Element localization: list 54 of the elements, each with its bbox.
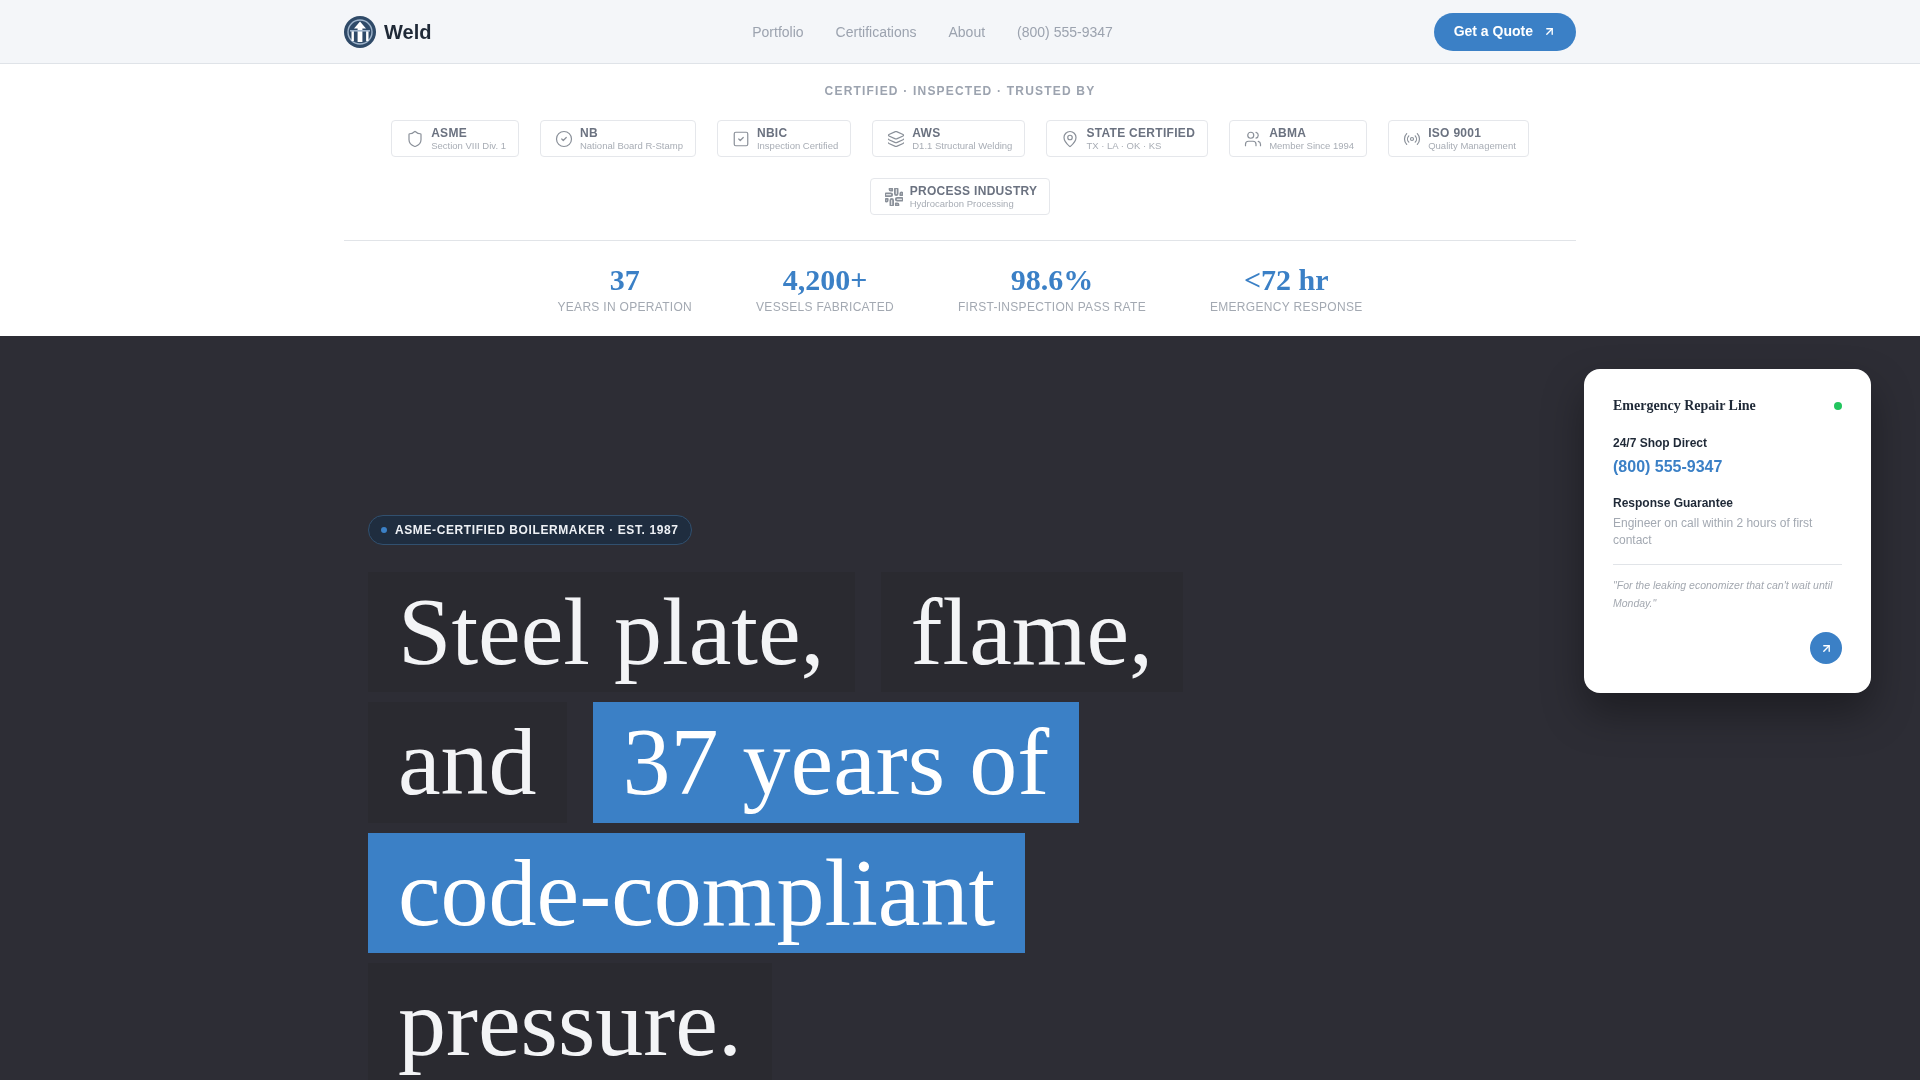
section-label: Response Guarantee: [1613, 495, 1735, 511]
badge-title: AWS: [912, 126, 942, 140]
check-circle-icon: [554, 129, 573, 148]
arrow-up-right-icon: [1543, 25, 1556, 38]
badge-subtitle: Member Since 1994: [1269, 139, 1355, 151]
pinwheel-icon: [884, 187, 903, 206]
layers-icon: [887, 129, 906, 148]
quote-text: "For the leaking economizer that can't wait until Monday.": [1613, 578, 1834, 611]
phone-link[interactable]: (800) 555-9347: [1017, 24, 1113, 39]
section-text: Engineer on call within 2 hours of first contact: [1613, 515, 1814, 549]
badge-title: ISO 9001: [1428, 126, 1483, 140]
badge-subtitle: Section VIII Div. 1: [431, 139, 506, 151]
stat-label: FIRST-INSPECTION PASS RATE: [957, 299, 1146, 315]
badge-title: ASME: [431, 126, 468, 140]
stat-label: VESSELS FABRICATED: [756, 299, 894, 315]
card-title: Emergency Repair Line: [1613, 397, 1756, 415]
stat-value: <72 hr: [1243, 262, 1329, 298]
phone-link[interactable]: (800) 555-9347: [1613, 456, 1844, 478]
badge-subtitle: Inspection Certified: [756, 139, 839, 151]
badge-title: PROCESS INDUSTRY: [909, 184, 1038, 198]
nav-link[interactable]: Certifications: [835, 24, 917, 39]
headline-text: pressure.: [368, 963, 772, 1080]
badge-subtitle: Quality Management: [1428, 139, 1516, 151]
badge-title: NB: [579, 126, 599, 140]
brand-name[interactable]: Weld: [384, 21, 432, 42]
highlighted-headline-text: 37 years of: [592, 702, 1080, 823]
badge-subtitle: D1.1 Structural Welding: [912, 139, 1013, 151]
check-square-icon: [731, 129, 750, 148]
get-quote-button[interactable]: Get a Quote: [1433, 12, 1576, 51]
stat-label: YEARS IN OPERATION: [557, 299, 693, 315]
stat-value: 37: [609, 262, 640, 298]
badge-title: NBIC: [756, 126, 789, 140]
badge-title: ABMA: [1269, 126, 1308, 140]
badge-subtitle: National Board R-Stamp: [579, 139, 683, 151]
users-icon: [1244, 129, 1263, 148]
section-heading: CERTIFIED · INSPECTED · TRUSTED BY: [823, 83, 1097, 99]
headline-text: flame,: [880, 572, 1184, 693]
arrow-button[interactable]: [1810, 632, 1842, 664]
headline-text: Steel plate,: [368, 572, 855, 693]
badge-subtitle: Hydrocarbon Processing: [909, 197, 1015, 209]
headline-text: and: [368, 702, 567, 823]
stat-value: 98.6%: [1010, 262, 1094, 298]
stat-value: 4,200+: [782, 262, 868, 298]
shield-icon: [406, 129, 425, 148]
tagline-text: ASME-CERTIFIED BOILERMAKER · EST. 1987: [395, 524, 679, 536]
logo-icon: [344, 15, 376, 48]
map-pin-icon: [1061, 129, 1080, 148]
badge-title: STATE CERTIFIED: [1086, 126, 1196, 140]
highlighted-headline-text: code-compliant: [368, 832, 1026, 954]
section-label: 24/7 Shop Direct: [1613, 435, 1709, 451]
badge-subtitle: TX · LA · OK · KS: [1086, 139, 1163, 151]
stat-label: EMERGENCY RESPONSE: [1209, 299, 1363, 315]
nav-link[interactable]: Portfolio: [752, 24, 804, 39]
nav-link[interactable]: About: [948, 24, 986, 39]
